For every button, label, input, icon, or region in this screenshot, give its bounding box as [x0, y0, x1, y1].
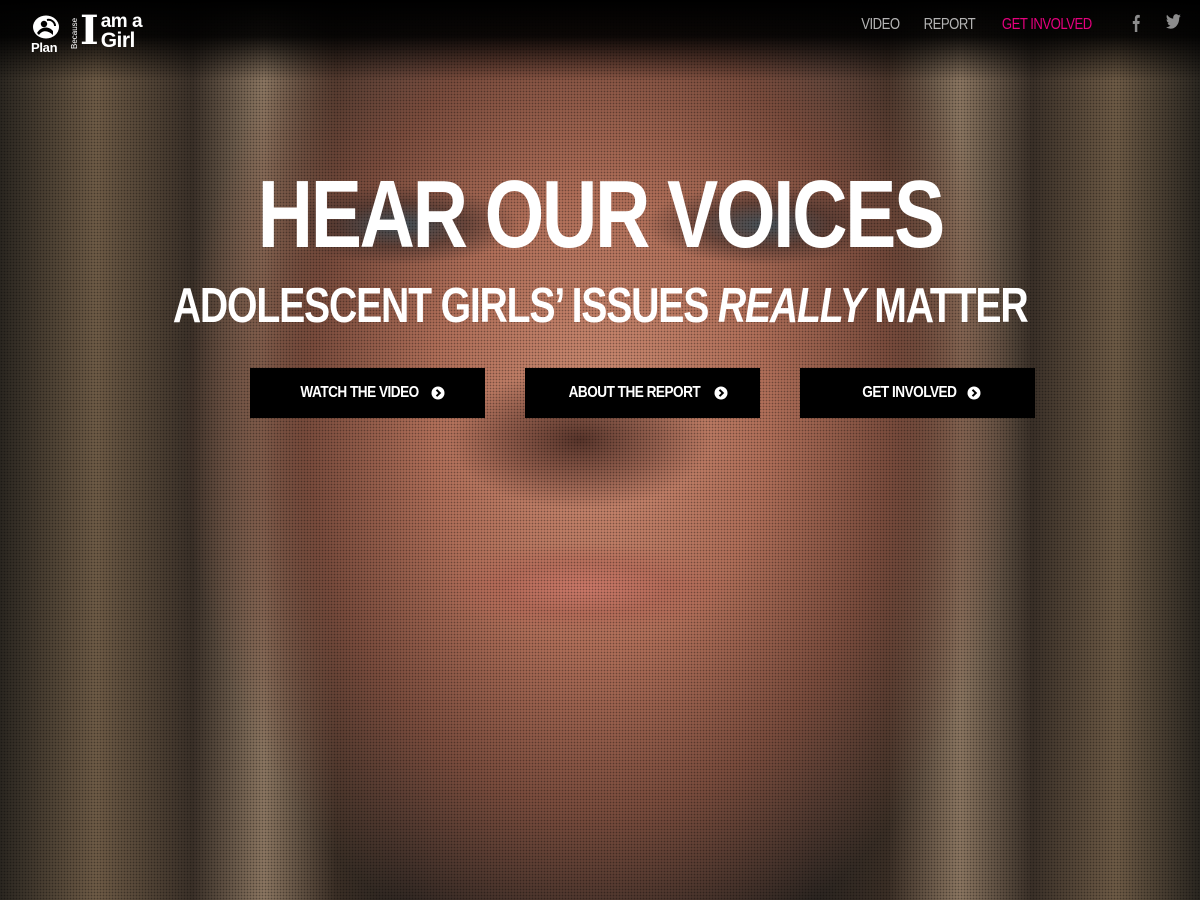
about-the-report-button[interactable]: ABOUT THE REPORT — [525, 368, 760, 418]
hero-background-photo — [0, 0, 1200, 900]
watch-the-video-button[interactable]: WATCH THE VIDEO — [250, 368, 485, 418]
nav-video[interactable]: VIDEO — [861, 14, 900, 36]
am-a-girl-wordmark: am a Girl — [100, 12, 143, 52]
hero-subtitle-before: ADOLESCENT GIRLS’ ISSUES — [172, 279, 718, 333]
plan-wordmark: Plan — [31, 40, 58, 55]
facebook-link[interactable] — [1132, 14, 1150, 36]
hero-title: HEAR OUR VOICES — [0, 160, 1200, 270]
girl-text: Girl — [100, 29, 136, 52]
plan-because-i-am-a-girl-logo[interactable]: Plan Because I am a Girl — [28, 7, 143, 56]
about-the-report-label: ABOUT THE REPORT — [568, 384, 701, 401]
twitter-link[interactable] — [1165, 14, 1184, 36]
hero-title-text: HEAR OUR VOICES — [257, 161, 945, 268]
facebook-icon — [1132, 14, 1140, 32]
get-involved-button[interactable]: GET INVOLVED — [800, 368, 1035, 418]
plan-emblem-icon — [33, 15, 59, 39]
watch-the-video-label: WATCH THE VIDEO — [300, 384, 419, 401]
site-header: Plan Because I am a Girl VIDEO REPORT GE… — [0, 0, 1200, 55]
because-wordmark: Because — [70, 17, 79, 49]
hero-subtitle-emphasis: REALLY — [717, 279, 866, 333]
main-nav: VIDEO REPORT GET INVOLVED — [857, 14, 1186, 36]
get-involved-label: GET INVOLVED — [862, 384, 957, 401]
big-i-wordmark: I — [80, 7, 99, 54]
circle-chevron-right-icon — [967, 386, 981, 400]
page: Plan Because I am a Girl VIDEO REPORT GE… — [0, 0, 1200, 900]
twitter-icon — [1165, 14, 1181, 29]
hero-subtitle: ADOLESCENT GIRLS’ ISSUES REALLY MATTER — [0, 276, 1200, 336]
nav-report[interactable]: REPORT — [923, 14, 975, 36]
circle-chevron-right-icon — [431, 386, 445, 400]
hero-subtitle-inner: ADOLESCENT GIRLS’ ISSUES REALLY MATTER — [172, 276, 1029, 336]
plan-logo: Plan — [28, 12, 66, 56]
circle-chevron-right-icon — [714, 386, 728, 400]
hero-subtitle-after: MATTER — [864, 279, 1028, 333]
nav-get-involved[interactable]: GET INVOLVED — [1002, 14, 1092, 36]
